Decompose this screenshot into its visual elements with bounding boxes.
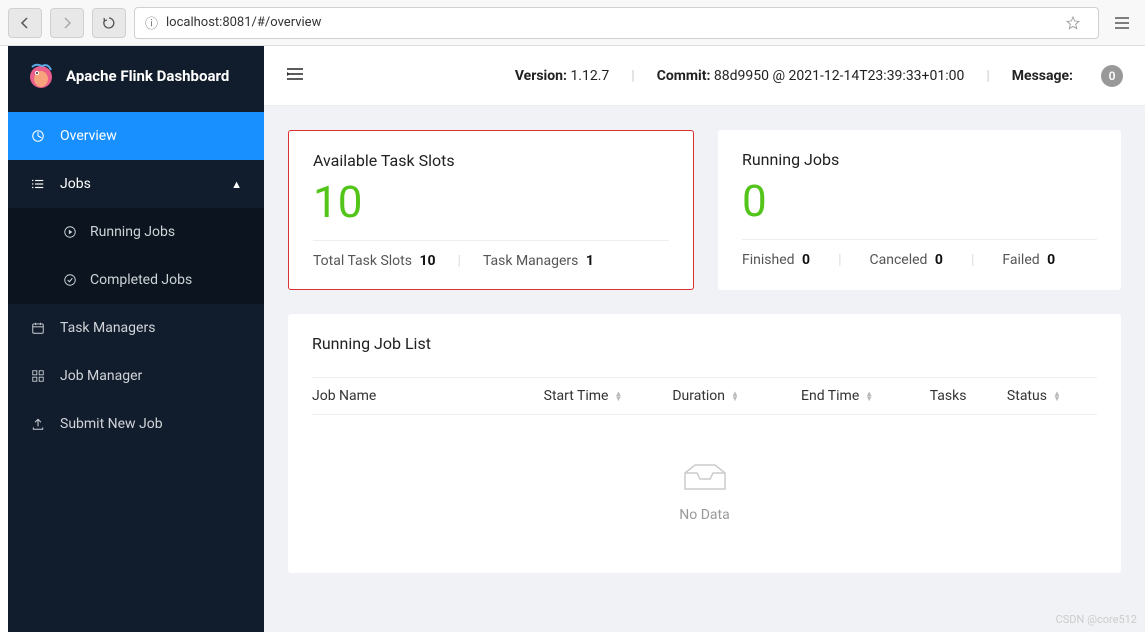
chevron-up-icon: ▲ bbox=[231, 178, 242, 191]
th-job-name[interactable]: Job Name bbox=[312, 388, 544, 404]
available-slots-value: 10 bbox=[313, 178, 669, 226]
flink-logo-icon bbox=[26, 61, 56, 91]
nav-completed-jobs-label: Completed Jobs bbox=[90, 272, 192, 288]
nav-overview-label: Overview bbox=[60, 128, 117, 144]
nav-task-managers-label: Task Managers bbox=[60, 320, 155, 336]
card-meta: Total Task Slots 10 | Task Managers 1 bbox=[313, 253, 669, 269]
sort-icon: ▲▼ bbox=[865, 391, 873, 402]
nav-job-manager[interactable]: Job Manager bbox=[8, 352, 264, 400]
divider bbox=[742, 239, 1097, 240]
sort-icon: ▲▼ bbox=[1053, 391, 1061, 402]
play-circle-icon bbox=[62, 225, 78, 239]
card-meta: Finished 0 | Canceled 0 | Failed 0 bbox=[742, 252, 1097, 268]
empty-state: No Data bbox=[312, 415, 1097, 533]
failed-jobs: Failed 0 bbox=[1002, 252, 1055, 268]
info-icon: ⓘ bbox=[145, 13, 158, 32]
divider bbox=[313, 240, 669, 241]
separator: | bbox=[971, 252, 974, 268]
header-version: Version: 1.12.7 bbox=[515, 68, 609, 84]
total-slots: Total Task Slots 10 bbox=[313, 253, 436, 269]
nav-overview[interactable]: Overview bbox=[8, 112, 264, 160]
url-bar[interactable]: ⓘ localhost:8081/#/overview bbox=[134, 7, 1099, 39]
header-commit: Commit: 88d9950 @ 2021-12-14T23:39:33+01… bbox=[657, 68, 965, 84]
table-header: Job Name Start Time▲▼ Duration▲▼ End Tim… bbox=[312, 377, 1097, 415]
left-strip bbox=[0, 46, 8, 632]
cards-row: Available Task Slots 10 Total Task Slots… bbox=[288, 130, 1121, 290]
nav: Overview Jobs ▲ Running Jobs Completed bbox=[8, 106, 264, 448]
logo-bar: Apache Flink Dashboard bbox=[8, 46, 264, 106]
nav-running-jobs[interactable]: Running Jobs bbox=[8, 208, 264, 256]
th-duration[interactable]: Duration▲▼ bbox=[672, 388, 801, 404]
calendar-icon bbox=[30, 321, 46, 335]
running-job-list-panel: Running Job List Job Name Start Time▲▼ D… bbox=[288, 314, 1121, 573]
separator: | bbox=[838, 252, 841, 268]
browser-toolbar: ⓘ localhost:8081/#/overview bbox=[0, 0, 1145, 46]
watermark: CSDN @core512 bbox=[1056, 613, 1137, 626]
main: Version: 1.12.7 | Commit: 88d9950 @ 2021… bbox=[264, 46, 1145, 632]
app-title: Apache Flink Dashboard bbox=[66, 67, 229, 85]
upload-icon bbox=[30, 417, 46, 431]
canceled-jobs: Canceled 0 bbox=[870, 252, 943, 268]
no-data-label: No Data bbox=[312, 507, 1097, 523]
bookmark-icon[interactable] bbox=[1058, 8, 1088, 38]
reload-button[interactable] bbox=[92, 8, 126, 38]
nav-task-managers[interactable]: Task Managers bbox=[8, 304, 264, 352]
panel-title: Running Job List bbox=[312, 334, 1097, 353]
task-managers: Task Managers 1 bbox=[483, 253, 594, 269]
card-title: Running Jobs bbox=[742, 150, 1097, 169]
nav-jobs[interactable]: Jobs ▲ bbox=[8, 160, 264, 208]
browser-menu-icon[interactable] bbox=[1107, 8, 1137, 38]
list-icon bbox=[30, 177, 46, 191]
nav-running-jobs-label: Running Jobs bbox=[90, 224, 175, 240]
nav-completed-jobs[interactable]: Completed Jobs bbox=[8, 256, 264, 304]
dashboard-icon bbox=[30, 129, 46, 143]
sort-icon: ▲▼ bbox=[614, 391, 622, 402]
th-end-time[interactable]: End Time▲▼ bbox=[801, 388, 930, 404]
separator: | bbox=[458, 253, 461, 269]
finished-jobs: Finished 0 bbox=[742, 252, 810, 268]
forward-button[interactable] bbox=[50, 8, 84, 38]
th-tasks[interactable]: Tasks bbox=[930, 388, 1007, 404]
url-text: localhost:8081/#/overview bbox=[166, 15, 321, 30]
content: Available Task Slots 10 Total Task Slots… bbox=[264, 106, 1145, 597]
separator: | bbox=[631, 68, 634, 84]
collapse-sidebar-icon[interactable] bbox=[286, 66, 304, 86]
check-circle-icon bbox=[62, 273, 78, 287]
nav-jobs-label: Jobs bbox=[60, 176, 91, 192]
nav-job-manager-label: Job Manager bbox=[60, 368, 142, 384]
header: Version: 1.12.7 | Commit: 88d9950 @ 2021… bbox=[264, 46, 1145, 106]
th-start-time[interactable]: Start Time▲▼ bbox=[544, 388, 673, 404]
nav-submit-new-job[interactable]: Submit New Job bbox=[8, 400, 264, 448]
running-jobs-value: 0 bbox=[742, 177, 1097, 225]
cluster-icon bbox=[30, 369, 46, 383]
sort-icon: ▲▼ bbox=[731, 391, 739, 402]
sidebar: Apache Flink Dashboard Overview Jobs ▲ bbox=[8, 46, 264, 632]
th-status[interactable]: Status▲▼ bbox=[1007, 388, 1097, 404]
back-button[interactable] bbox=[8, 8, 42, 38]
nav-submit-new-job-label: Submit New Job bbox=[60, 416, 163, 432]
card-running-jobs: Running Jobs 0 Finished 0 | Canceled 0 |… bbox=[718, 130, 1121, 290]
separator: | bbox=[986, 68, 989, 84]
message-count-badge[interactable]: 0 bbox=[1101, 65, 1123, 87]
header-message: Message: bbox=[1012, 68, 1073, 84]
card-title: Available Task Slots bbox=[313, 151, 669, 170]
empty-box-icon bbox=[675, 455, 735, 495]
card-available-slots: Available Task Slots 10 Total Task Slots… bbox=[288, 130, 694, 290]
